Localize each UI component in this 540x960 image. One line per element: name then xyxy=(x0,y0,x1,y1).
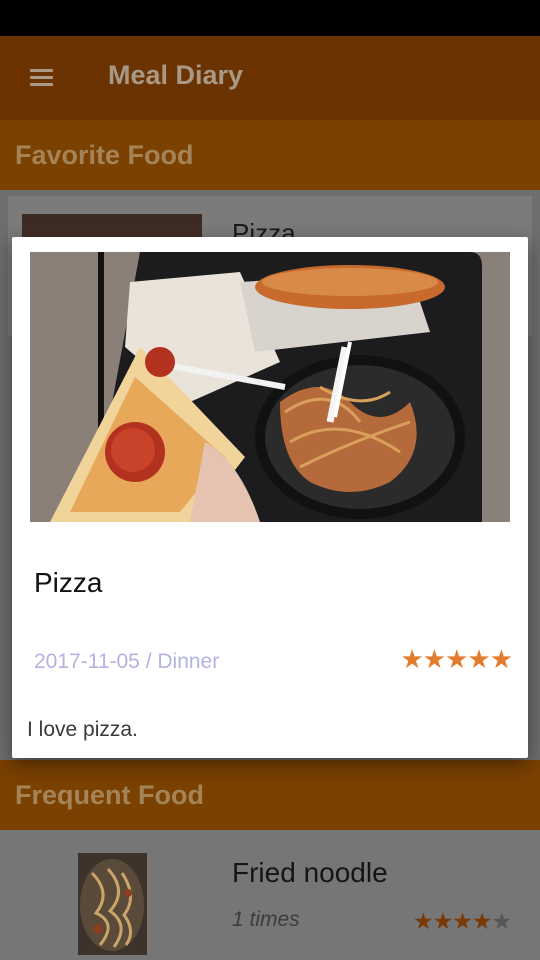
frequent-food-rating: ★★★★★ xyxy=(413,908,513,935)
star-icon: ★ xyxy=(432,908,454,934)
star-icon: ★ xyxy=(445,644,468,674)
frequent-food-header: Frequent Food xyxy=(0,760,540,830)
frequent-food-thumbnail[interactable] xyxy=(78,853,147,955)
app-title: Meal Diary xyxy=(108,60,244,90)
star-icon: ★ xyxy=(471,908,493,934)
food-date-meal: 2017-11-05 / Dinner xyxy=(34,650,220,673)
food-photo xyxy=(30,252,510,522)
favorite-food-title: Favorite Food xyxy=(15,140,194,170)
frequent-food-name: Fried noodle xyxy=(232,857,388,888)
frequent-food-title: Frequent Food xyxy=(15,780,204,810)
frequent-food-count: 1 times xyxy=(232,908,300,931)
star-icon: ★ xyxy=(491,908,513,934)
star-icon: ★ xyxy=(452,908,473,934)
app-bar xyxy=(0,36,540,120)
star-icon: ★ xyxy=(422,644,446,674)
star-icon: ★ xyxy=(413,908,434,934)
favorite-food-header: Favorite Food xyxy=(0,120,540,190)
food-comment: I love pizza. xyxy=(27,718,138,741)
hamburger-menu-icon[interactable] xyxy=(30,69,54,87)
food-rating: ★★★★★ xyxy=(400,644,513,675)
food-name: Pizza xyxy=(34,567,103,598)
food-detail-dialog[interactable]: Pizza 2017-11-05 / Dinner ★★★★★ I love p… xyxy=(12,237,528,758)
star-icon: ★ xyxy=(400,644,423,674)
status-bar xyxy=(0,0,540,36)
star-icon: ★ xyxy=(467,644,490,674)
star-icon: ★ xyxy=(489,644,513,674)
